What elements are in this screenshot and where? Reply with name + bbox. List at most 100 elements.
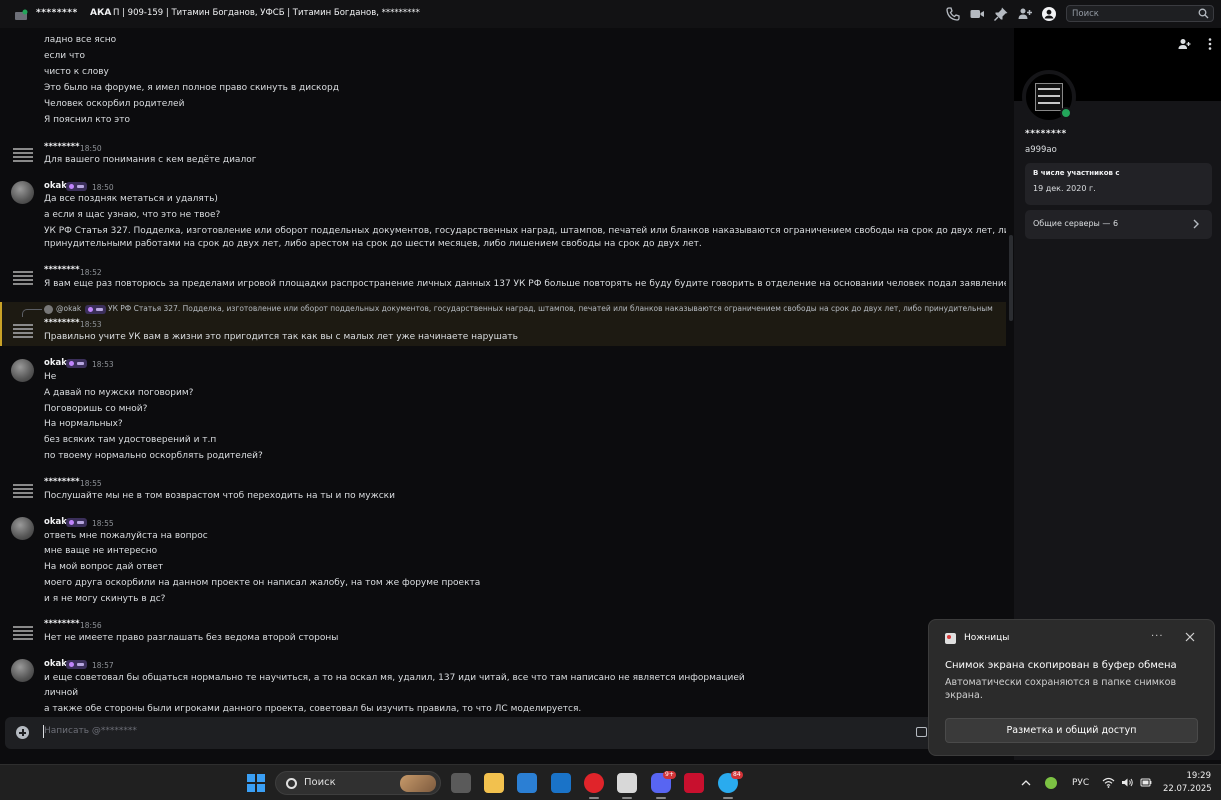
message-line: личной bbox=[44, 688, 79, 698]
message-timestamp: 18:52 bbox=[80, 268, 102, 277]
message-author[interactable]: ******** bbox=[44, 619, 80, 629]
message-author[interactable]: okak bbox=[44, 517, 67, 527]
markup-share-button[interactable]: Разметка и общий доступ bbox=[945, 718, 1198, 743]
message-list[interactable]: ладно все ясно если что чисто к слову Эт… bbox=[0, 28, 1006, 714]
chevron-up-icon[interactable] bbox=[1021, 779, 1031, 787]
message-timestamp: 18:53 bbox=[80, 320, 102, 329]
avatar[interactable] bbox=[11, 359, 34, 382]
avatar[interactable] bbox=[13, 324, 33, 342]
search-icon bbox=[286, 778, 297, 789]
avatar[interactable] bbox=[11, 659, 34, 682]
member-since-card: В числе участников с 19 дек. 2020 г. bbox=[1025, 163, 1212, 205]
close-icon[interactable] bbox=[1183, 630, 1197, 644]
mutual-servers-row[interactable]: Общие серверы — 6 bbox=[1025, 210, 1212, 239]
message-author[interactable]: okak bbox=[44, 358, 67, 368]
mutual-servers-label: Общие серверы — 6 bbox=[1033, 219, 1119, 228]
message-line: На мой вопрос дай ответ bbox=[44, 562, 164, 572]
scrollbar-thumb[interactable] bbox=[1009, 235, 1013, 321]
message-author[interactable]: okak bbox=[44, 181, 67, 191]
message-input[interactable]: Написать @******** bbox=[5, 717, 1005, 749]
battery-icon[interactable] bbox=[1140, 777, 1152, 788]
message-line: ладно все ясно bbox=[44, 35, 117, 45]
clock-time: 19:29 bbox=[1186, 771, 1212, 781]
message-line: Правильно учите УК вам в жизни это приго… bbox=[44, 332, 518, 342]
outlook-icon[interactable] bbox=[551, 773, 571, 793]
dm-avatar-icon bbox=[15, 9, 28, 20]
user-profile-icon[interactable] bbox=[1041, 6, 1057, 22]
chevron-right-icon bbox=[1193, 219, 1199, 229]
notepad-icon[interactable] bbox=[617, 773, 637, 799]
message-author[interactable]: ******** bbox=[44, 142, 80, 152]
opera-icon[interactable] bbox=[584, 773, 604, 799]
app-a-icon[interactable] bbox=[684, 773, 704, 793]
windows-taskbar: Поиск 9+ 84 РУС 19:29 22.07.2025 bbox=[0, 764, 1221, 800]
tray-app-icon[interactable] bbox=[1045, 777, 1057, 789]
reply-author[interactable]: @okak bbox=[56, 304, 81, 313]
search-placeholder: Поиск bbox=[1072, 9, 1099, 19]
message-timestamp: 18:57 bbox=[92, 661, 114, 670]
avatar[interactable] bbox=[13, 484, 33, 502]
avatar[interactable] bbox=[11, 517, 34, 540]
more-options-icon[interactable] bbox=[1203, 37, 1217, 51]
system-clock[interactable]: 19:29 22.07.2025 bbox=[1163, 770, 1212, 796]
message-line: моего друга оскорбили на данном проекте … bbox=[44, 578, 481, 588]
snipping-tool-icon bbox=[945, 633, 956, 644]
message-line: чисто к слову bbox=[44, 67, 109, 77]
message-timestamp: 18:50 bbox=[92, 183, 114, 192]
message-line: Для вашего понимания с кем ведёте диалог bbox=[44, 155, 257, 165]
search-input[interactable]: Поиск bbox=[1066, 5, 1214, 22]
message-line: Я пояснил кто это bbox=[44, 115, 130, 125]
message-line: А давай по мужски поговорим? bbox=[44, 388, 194, 398]
message-line: а если я щас узнаю, что это не твое? bbox=[44, 210, 221, 220]
message-line: Я вам еще раз повторюсь за пределами игр… bbox=[44, 279, 1006, 289]
message-line: а также обе стороны были игроками данног… bbox=[44, 704, 582, 714]
avatar[interactable] bbox=[13, 148, 33, 166]
message-timestamp: 18:50 bbox=[80, 144, 102, 153]
reply-connector bbox=[22, 309, 42, 317]
reply-avatar bbox=[44, 305, 53, 314]
title-bar: ******** АКА П | 909-159 | Титамин Богда… bbox=[0, 0, 1221, 28]
nitro-badge-icon bbox=[66, 660, 87, 669]
task-view-icon[interactable] bbox=[451, 773, 471, 793]
avatar[interactable] bbox=[13, 626, 33, 644]
wifi-icon[interactable] bbox=[1102, 777, 1115, 788]
taskbar-search[interactable]: Поиск bbox=[275, 771, 441, 795]
message-timestamp: 18:53 bbox=[92, 360, 114, 369]
message-author[interactable]: ******** bbox=[44, 477, 80, 487]
notification-app-name: Ножницы bbox=[964, 633, 1010, 643]
message-line: без всяких там удостоверений и т.п bbox=[44, 435, 217, 445]
message-line: Не bbox=[44, 372, 57, 382]
windows-start-icon[interactable] bbox=[247, 774, 265, 792]
volume-icon[interactable] bbox=[1121, 777, 1134, 788]
message-line: Нет не имеете право разглашать без ведом… bbox=[44, 633, 339, 643]
message-line: Да все поздняк метаться и удалять) bbox=[44, 194, 218, 204]
message-line: Это было на форуме, я имел полное право … bbox=[44, 83, 339, 93]
add-friend-icon[interactable] bbox=[1177, 37, 1191, 51]
message-author[interactable]: ******** bbox=[44, 265, 80, 275]
pin-icon[interactable] bbox=[993, 6, 1009, 22]
video-call-icon[interactable] bbox=[969, 6, 985, 22]
gif-icon[interactable] bbox=[916, 727, 927, 737]
voice-call-icon[interactable] bbox=[945, 6, 961, 22]
message-author[interactable]: okak bbox=[44, 659, 67, 669]
snipping-tool-notification[interactable]: Ножницы ··· Снимок экрана скопирован в б… bbox=[928, 619, 1215, 756]
message-line: мне ваще не интересно bbox=[44, 546, 158, 556]
taskbar-search-label: Поиск bbox=[304, 777, 336, 788]
member-since-title: В числе участников с bbox=[1033, 169, 1120, 177]
notification-more-icon[interactable]: ··· bbox=[1151, 631, 1164, 642]
upload-plus-icon[interactable] bbox=[16, 726, 29, 739]
message-author[interactable]: ******** bbox=[44, 318, 80, 328]
add-to-group-icon[interactable] bbox=[1017, 6, 1033, 22]
telegram-badge: 84 bbox=[731, 771, 743, 779]
file-explorer-icon[interactable] bbox=[484, 773, 504, 793]
profile-logo bbox=[1035, 83, 1063, 111]
message-line: принудительными работами на срок до двух… bbox=[44, 239, 702, 249]
online-status-icon bbox=[1060, 107, 1072, 119]
reply-preview[interactable]: УК РФ Статья 327. Подделка, изготовление… bbox=[108, 304, 993, 313]
avatar[interactable] bbox=[13, 271, 33, 289]
search-icon bbox=[1198, 8, 1209, 19]
language-indicator[interactable]: РУС bbox=[1072, 778, 1089, 788]
clock-date: 22.07.2025 bbox=[1163, 784, 1212, 794]
avatar[interactable] bbox=[11, 181, 34, 204]
microsoft-store-icon[interactable] bbox=[517, 773, 537, 793]
